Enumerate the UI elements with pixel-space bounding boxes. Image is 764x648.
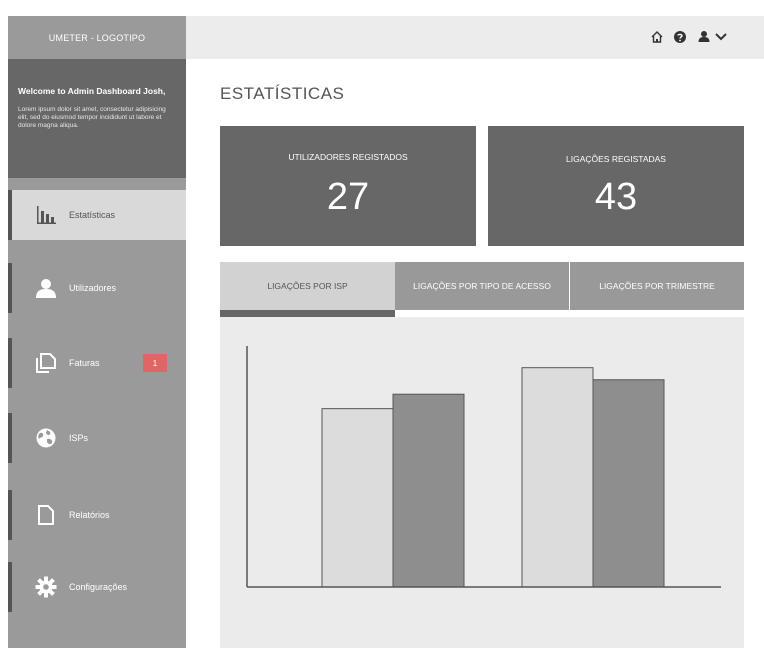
sidebar-item-label: Faturas [69,358,100,368]
welcome-text: Lorem ipsum dolor sit amet, consectetur … [18,106,166,129]
sidebar-item-relatorios[interactable]: Relatórios [8,490,186,540]
registered-users-card: UTILIZADORES REGISTADOS 27 [220,126,476,246]
tab-ligacoes-por-tipo-de-acesso[interactable]: LIGAÇÕES POR TIPO DE ACESSO [395,262,569,310]
active-tab-indicator [220,310,395,317]
sidebar-item-indicator [8,263,12,313]
user-icon [34,276,58,300]
documents-icon [34,351,58,375]
sidebar-item-label: Estatísticas [69,210,116,220]
registered-connections-card: LIGAÇÕES REGISTADAS 43 [488,126,744,246]
chart-tabs: LIGAÇÕES POR ISP LIGAÇÕES POR TIPO DE AC… [220,262,744,310]
sidebar-item-label: ISPs [69,433,89,443]
bar-chart [246,346,721,588]
card-label: LIGAÇÕES REGISTADAS [566,154,666,164]
bar-group1-series1 [321,408,394,588]
sidebar-item-faturas[interactable]: Faturas 1 [8,338,186,388]
notification-badge: 1 [143,354,167,372]
card-label: UTILIZADORES REGISTADOS [288,152,408,162]
sidebar-item-utilizadores[interactable]: Utilizadores [8,263,186,313]
welcome-title: Welcome to Admin Dashboard Josh, [18,86,166,96]
card-value: 43 [594,176,638,218]
bar-chart-icon [34,203,58,227]
app: UMETER - LOGOTIPO Welcome to Admin Dashb… [0,0,764,648]
sidebar-item-estatisticas[interactable]: Estatísticas [8,190,186,240]
sidebar-item-label: Utilizadores [69,283,117,293]
sidebar-item-indicator [8,338,12,388]
chart-panel [220,317,744,648]
gear-icon [34,575,58,599]
home-icon[interactable] [648,28,666,46]
sidebar-item-label: Configurações [69,582,128,592]
chart-bars [321,367,665,588]
sidebar: UMETER - LOGOTIPO Welcome to Admin Dashb… [8,16,186,648]
tab-ligacoes-por-trimestre[interactable]: LIGAÇÕES POR TRIMESTRE [570,262,744,310]
welcome-panel: Welcome to Admin Dashboard Josh, Lorem i… [8,59,186,178]
sidebar-item-indicator [8,190,12,240]
help-icon[interactable] [671,28,689,46]
page-title: ESTATÍSTICAS [220,84,345,103]
document-icon [34,503,58,527]
sidebar-item-indicator [8,490,12,540]
bar-group2-series2 [592,379,665,588]
card-value: 27 [326,176,370,218]
globe-icon [34,426,58,450]
top-bar [186,16,764,59]
sidebar-item-indicator [8,562,12,612]
sidebar-item-isps[interactable]: ISPs [8,413,186,463]
logo[interactable]: UMETER - LOGOTIPO [8,16,186,59]
sidebar-item-indicator [8,413,12,463]
sidebar-item-configuracoes[interactable]: Configurações [8,562,186,612]
bar-group2-series1 [521,367,594,588]
sidebar-item-label: Relatórios [69,510,110,520]
tab-ligacoes-por-isp[interactable]: LIGAÇÕES POR ISP [220,262,395,310]
user-menu-icon[interactable] [694,28,736,46]
bar-group1-series2 [392,393,465,588]
